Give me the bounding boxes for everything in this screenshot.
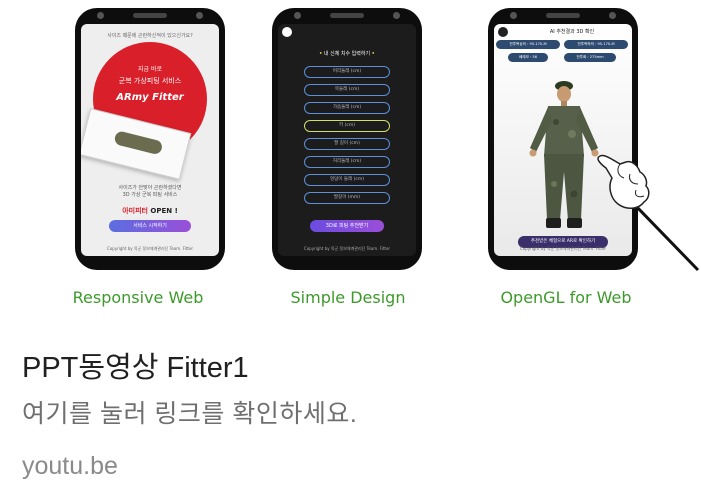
hero-line-1: 지금 바로 xyxy=(138,66,162,73)
measure-field: 발길이 (mm) xyxy=(304,192,390,204)
size-pill: 전투복하의 : 95-170-M xyxy=(564,40,628,49)
pointing-hand-icon xyxy=(597,154,700,272)
link-title[interactable]: PPT동영상 Fitter1 xyxy=(22,344,249,386)
phone-sensor xyxy=(393,12,400,19)
phone-camera xyxy=(510,12,517,19)
open-text: OPEN ! xyxy=(147,207,178,215)
form-header: • 내 신체 치수 입력하기 • xyxy=(319,51,375,57)
measure-field: 가슴둘레 (cm) xyxy=(304,102,390,114)
result-header: AI 추천결과 3D 확인 xyxy=(549,29,595,35)
size-pill: 전투화 : 275mm xyxy=(564,53,616,62)
phone-camera xyxy=(97,12,104,19)
phone-sensor xyxy=(196,12,203,19)
start-service-button: 서비스 시작하기 xyxy=(109,220,191,232)
phone-screen-form: • 내 신체 치수 입력하기 • 머리둘레 (cm) 목둘레 (cm) 가슴둘레… xyxy=(278,24,416,256)
brand-title: ARmy Fitter xyxy=(116,92,184,103)
caption-responsive-web: Responsive Web xyxy=(72,288,204,307)
fitting-recommend-button: 3D로 피팅 추천받기 xyxy=(310,220,384,232)
phone-speaker xyxy=(546,13,580,18)
lying-soldier-figure xyxy=(113,130,164,156)
link-info[interactable]: PPT동영상 Fitter1 여기를 눌러 링크를 확인하세요. youtu.b… xyxy=(0,318,701,494)
soldier-3d-model xyxy=(529,81,599,228)
home-icon xyxy=(498,27,508,37)
open-brand: 아미피터 xyxy=(122,207,148,215)
phone-mockup-responsive: 사이즈 때문에 곤란하신적이 있으신가요? 지금 바로 군복 가상피팅 서비스 … xyxy=(75,8,225,270)
size-pill: 전투복상의 : 95-170-M xyxy=(496,40,560,49)
phone-footer: Copyright by 육군 정보체계관리단 Team. Fitter xyxy=(303,246,391,251)
phone-speaker xyxy=(133,13,167,18)
measure-field: 팔 길이 (cm) xyxy=(304,138,390,150)
measure-field: 엉덩이 둘레 (cm) xyxy=(304,174,390,186)
phone-mockup-simple: • 내 신체 치수 입력하기 • 머리둘레 (cm) 목둘레 (cm) 가슴둘레… xyxy=(272,8,422,270)
open-announcement: 아미피터 OPEN ! xyxy=(81,206,219,216)
caption-opengl-web: OpenGL for Web xyxy=(500,288,632,307)
caption-simple-design: Simple Design xyxy=(290,288,406,307)
landing-question: 사이즈 때문에 곤란하신적이 있으신가요? xyxy=(107,33,193,39)
link-domain: youtu.be xyxy=(22,452,118,480)
phone-footer: Copyright by 육군 정보체계관리단 Team. Fitter xyxy=(106,246,194,251)
measure-field: 머리둘레 (cm) xyxy=(304,66,390,78)
home-icon xyxy=(282,27,292,37)
phone-camera xyxy=(294,12,301,19)
measure-field: 목둘레 (cm) xyxy=(304,84,390,96)
size-pill: 베레모 : 56 xyxy=(508,53,548,62)
measure-field-active: 키 (cm) xyxy=(304,120,390,132)
phone-speaker xyxy=(330,13,364,18)
phone-screen-landing: 사이즈 때문에 곤란하신적이 있으신가요? 지금 바로 군복 가상피팅 서비스 … xyxy=(81,24,219,256)
measure-field: 허리둘레 (cm) xyxy=(304,156,390,168)
link-description: 여기를 눌러 링크를 확인하세요. xyxy=(22,400,358,428)
landing-body-1: 사이즈가 안맞아 곤란하셨다면 xyxy=(118,185,182,191)
link-preview-card[interactable]: 사이즈 때문에 곤란하신적이 있으신가요? 지금 바로 군복 가상피팅 서비스 … xyxy=(0,0,701,494)
preview-image[interactable]: 사이즈 때문에 곤란하신적이 있으신가요? 지금 바로 군복 가상피팅 서비스 … xyxy=(0,0,701,318)
landing-body-2: 3D 가상 군복 피팅 서비스 xyxy=(122,192,178,198)
hero-line-2: 군복 가상피팅 서비스 xyxy=(118,77,182,85)
phone-sensor xyxy=(609,12,616,19)
